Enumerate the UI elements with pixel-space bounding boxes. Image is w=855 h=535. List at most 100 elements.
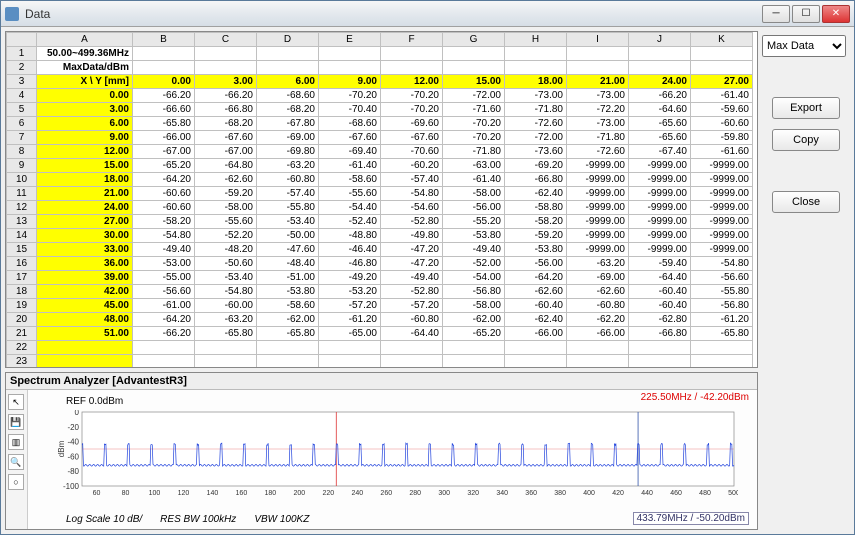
data-cell[interactable]: -9999.00 [629, 243, 691, 257]
data-grid[interactable]: ABCDEFGHIJK150.00~499.36MHz2MaxData/dBm3… [5, 31, 758, 368]
column-header[interactable]: F [381, 33, 443, 47]
data-cell[interactable]: -68.20 [195, 117, 257, 131]
data-cell[interactable]: -58.20 [133, 215, 195, 229]
data-cell[interactable]: -9999.00 [691, 243, 753, 257]
close-window-button[interactable]: ✕ [822, 5, 850, 23]
data-cell[interactable]: -56.80 [443, 285, 505, 299]
data-cell[interactable]: -67.40 [629, 145, 691, 159]
data-cell[interactable]: -62.20 [567, 313, 629, 327]
data-cell[interactable]: -58.20 [505, 215, 567, 229]
data-cell[interactable]: -64.40 [381, 327, 443, 341]
data-cell[interactable]: -62.80 [629, 313, 691, 327]
data-cell[interactable]: -61.00 [133, 299, 195, 313]
x-axis-cell[interactable]: 27.00 [37, 215, 133, 229]
data-cell[interactable]: -63.20 [567, 257, 629, 271]
data-cell[interactable]: -67.00 [195, 145, 257, 159]
data-cell[interactable]: -60.00 [195, 299, 257, 313]
data-cell[interactable]: -57.20 [381, 299, 443, 313]
data-cell[interactable]: -51.00 [257, 271, 319, 285]
y-axis-cell[interactable]: 27.00 [691, 75, 753, 89]
row-header[interactable]: 15 [7, 243, 37, 257]
data-cell[interactable]: -61.60 [691, 145, 753, 159]
data-cell[interactable]: -69.60 [381, 117, 443, 131]
data-cell[interactable]: -60.80 [257, 173, 319, 187]
data-cell[interactable]: -64.20 [133, 173, 195, 187]
data-cell[interactable]: -72.60 [567, 145, 629, 159]
data-cell[interactable]: -56.00 [505, 257, 567, 271]
data-cell[interactable]: -58.00 [443, 299, 505, 313]
x-axis-cell[interactable]: 9.00 [37, 131, 133, 145]
data-cell[interactable]: -63.00 [443, 159, 505, 173]
tool-cursor-icon[interactable]: ↖ [8, 394, 24, 410]
data-cell[interactable]: -61.20 [319, 313, 381, 327]
column-header[interactable]: G [443, 33, 505, 47]
data-cell[interactable]: -9999.00 [567, 159, 629, 173]
column-header[interactable]: A [37, 33, 133, 47]
data-cell[interactable]: -66.60 [133, 103, 195, 117]
column-header[interactable]: H [505, 33, 567, 47]
data-cell[interactable]: -54.80 [381, 187, 443, 201]
data-cell[interactable]: -66.20 [629, 89, 691, 103]
data-cell[interactable]: -52.80 [381, 215, 443, 229]
data-cell[interactable]: -66.80 [195, 103, 257, 117]
data-cell[interactable]: -71.80 [567, 131, 629, 145]
data-cell[interactable]: -70.20 [319, 89, 381, 103]
data-cell[interactable]: -64.20 [505, 271, 567, 285]
data-cell[interactable]: -64.40 [629, 271, 691, 285]
data-cell[interactable]: -49.20 [319, 271, 381, 285]
x-axis-cell[interactable]: 45.00 [37, 299, 133, 313]
data-cell[interactable]: -70.20 [443, 131, 505, 145]
spectrum-plot[interactable]: REF 0.0dBm 225.50MHz / -42.20dBm 0-20-40… [28, 390, 757, 529]
data-cell[interactable]: -47.20 [381, 257, 443, 271]
data-cell[interactable]: -50.00 [257, 229, 319, 243]
data-cell[interactable]: -9999.00 [691, 201, 753, 215]
data-cell[interactable]: -9999.00 [691, 173, 753, 187]
data-cell[interactable]: -63.20 [257, 159, 319, 173]
data-cell[interactable]: -61.40 [443, 173, 505, 187]
data-cell[interactable]: -72.60 [505, 117, 567, 131]
row-header[interactable]: 16 [7, 257, 37, 271]
data-cell[interactable]: -69.40 [319, 145, 381, 159]
row-header[interactable]: 20 [7, 313, 37, 327]
row-header[interactable]: 1 [7, 47, 37, 61]
data-cell[interactable]: -66.20 [133, 89, 195, 103]
data-cell[interactable]: -48.40 [257, 257, 319, 271]
row-header[interactable]: 11 [7, 187, 37, 201]
data-cell[interactable]: -53.80 [257, 285, 319, 299]
data-cell[interactable]: -58.00 [195, 201, 257, 215]
data-cell[interactable]: -64.20 [133, 313, 195, 327]
data-cell[interactable]: -67.60 [195, 131, 257, 145]
data-cell[interactable]: -73.60 [505, 145, 567, 159]
data-cell[interactable]: -59.20 [505, 229, 567, 243]
data-cell[interactable]: -54.40 [319, 201, 381, 215]
data-cell[interactable]: -66.00 [133, 131, 195, 145]
data-cell[interactable]: -9999.00 [629, 201, 691, 215]
data-cell[interactable]: -69.20 [505, 159, 567, 173]
data-cell[interactable]: -57.20 [319, 299, 381, 313]
data-cell[interactable]: -61.40 [691, 89, 753, 103]
data-cell[interactable]: -66.00 [505, 327, 567, 341]
data-cell[interactable]: -65.80 [257, 327, 319, 341]
data-cell[interactable]: -65.80 [133, 117, 195, 131]
data-cell[interactable]: -54.60 [381, 201, 443, 215]
data-cell[interactable]: -54.80 [133, 229, 195, 243]
tool-save-icon[interactable]: 💾 [8, 414, 24, 430]
data-cell[interactable]: -48.20 [195, 243, 257, 257]
data-cell[interactable]: -59.60 [691, 103, 753, 117]
data-cell[interactable]: -63.20 [195, 313, 257, 327]
x-axis-cell[interactable]: 33.00 [37, 243, 133, 257]
row-header[interactable]: 22 [7, 341, 37, 355]
data-cell[interactable]: -9999.00 [691, 159, 753, 173]
data-cell[interactable]: -50.60 [195, 257, 257, 271]
data-cell[interactable]: -9999.00 [691, 187, 753, 201]
data-cell[interactable]: -9999.00 [567, 187, 629, 201]
x-axis-cell[interactable]: 51.00 [37, 327, 133, 341]
data-cell[interactable]: -70.20 [443, 117, 505, 131]
data-cell[interactable]: -9999.00 [629, 229, 691, 243]
data-cell[interactable]: -70.20 [381, 103, 443, 117]
y-axis-cell[interactable]: 0.00 [133, 75, 195, 89]
data-cell[interactable]: -68.60 [257, 89, 319, 103]
data-cell[interactable]: -60.60 [691, 117, 753, 131]
row-header[interactable]: 13 [7, 215, 37, 229]
data-cell[interactable]: -61.20 [691, 313, 753, 327]
